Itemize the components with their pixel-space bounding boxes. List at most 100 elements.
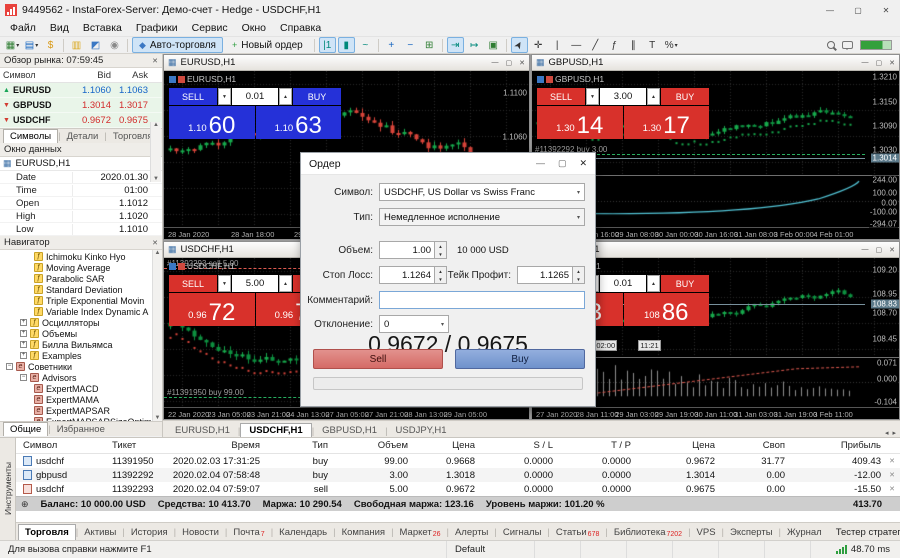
market-watch-tab-Символы[interactable]: Символы xyxy=(3,129,58,143)
column-price2[interactable]: Цена xyxy=(635,440,719,451)
trade-row-11392292[interactable]: gbpusd113922922020.02.04 07:58:48buy3.00… xyxy=(16,468,900,482)
market-watch-tab-Детали[interactable]: Детали xyxy=(61,130,105,143)
chart-maximize-icon[interactable]: ▢ xyxy=(876,59,883,67)
column-swap[interactable]: Своп xyxy=(719,440,789,451)
scroll-down-icon[interactable]: ▼ xyxy=(153,176,159,182)
bars-chart-icon[interactable]: |1 xyxy=(319,37,336,53)
terminal-tab-Календарь[interactable]: Календарь xyxy=(273,525,333,540)
navigator-item-ExpertMAMA[interactable]: eExpertMAMA xyxy=(0,394,162,405)
column-type[interactable]: Тип xyxy=(264,440,332,451)
auto-trading-button[interactable]: ◆Авто-торговля xyxy=(132,37,223,53)
chart-minimize-icon[interactable]: — xyxy=(492,59,499,67)
navigator-close-icon[interactable]: ✕ xyxy=(152,239,158,247)
navigator-item-Advisors[interactable]: −eAdvisors xyxy=(0,372,162,383)
column-profit[interactable]: Прибыль xyxy=(789,440,885,451)
one-click-volume[interactable]: 5.00 xyxy=(232,275,278,292)
spin-up-icon[interactable]: ▲ xyxy=(435,267,446,275)
chart-tab-EURUSD,H1[interactable]: EURUSD,H1 xyxy=(167,424,238,437)
spin-up-icon[interactable]: ▲ xyxy=(435,242,446,250)
bid-price-box[interactable]: 0.9672 xyxy=(169,293,255,326)
close-position-icon[interactable]: ✕ xyxy=(885,471,899,479)
navigator-item-ExpertMACD[interactable]: eExpertMACD xyxy=(0,383,162,394)
window-maximize-icon[interactable]: ▢ xyxy=(844,1,872,20)
scroll-down-icon[interactable]: ▼ xyxy=(155,415,161,421)
market-watch-scrollbar[interactable]: ▲ ▼ xyxy=(150,122,161,182)
ask-price-box[interactable]: 1.3017 xyxy=(624,106,710,139)
chart-window-titlebar[interactable]: ▦EURUSD,H1—▢✕ xyxy=(164,55,529,71)
vline-icon[interactable]: | xyxy=(549,37,566,53)
terminal-tab-Журнал[interactable]: Журнал xyxy=(781,525,828,540)
terminal-tab-Маркет[interactable]: Маркет26 xyxy=(394,525,447,540)
terminal-tab-Торговля[interactable]: Торговля xyxy=(18,524,76,540)
shapes-icon[interactable]: %▾ xyxy=(663,37,680,53)
trendline-icon[interactable]: ╱ xyxy=(587,37,604,53)
bid-price-box[interactable]: 1.3014 xyxy=(537,106,623,139)
sell-button[interactable]: Sell xyxy=(313,349,443,369)
spin-down-icon[interactable]: ▼ xyxy=(573,275,584,283)
chart-close-icon[interactable]: ✕ xyxy=(889,59,895,67)
take-profit-stepper[interactable]: 1.1265 ▲ ▼ xyxy=(517,266,585,284)
scroll-left-icon[interactable]: ◂ xyxy=(885,429,889,437)
zoom-in-icon[interactable]: + xyxy=(383,37,400,53)
one-click-sell-button[interactable]: SELL xyxy=(169,88,217,105)
close-position-icon[interactable]: ✕ xyxy=(885,457,899,465)
tree-expander-icon[interactable]: − xyxy=(6,363,13,370)
chart-maximize-icon[interactable]: ▢ xyxy=(506,59,513,67)
navigator-item-Moving-Average[interactable]: ƒMoving Average xyxy=(0,262,162,273)
volume-increase-icon[interactable]: ▲ xyxy=(647,88,660,105)
volume-increase-icon[interactable]: ▲ xyxy=(647,275,660,292)
navigator-scrollbar[interactable]: ▲▼ xyxy=(152,250,162,421)
terminal-tab-Сигналы[interactable]: Сигналы xyxy=(497,525,548,540)
terminal-tab-VPS[interactable]: VPS xyxy=(691,525,722,540)
ask-price-box[interactable]: 1.1063 xyxy=(256,106,342,139)
navigator-item-Осцилляторы[interactable]: +ƒОсцилляторы xyxy=(0,317,162,328)
chart-tab-USDCHF,H1[interactable]: USDCHF,H1 xyxy=(240,423,311,437)
spin-down-icon[interactable]: ▼ xyxy=(435,250,446,258)
one-click-buy-button[interactable]: BUY xyxy=(661,275,709,292)
strategy-tester-link[interactable]: Тестер стратегий xyxy=(828,525,900,540)
market-watch-row-USDCHF[interactable]: ▼USDCHF0.96720.9675 xyxy=(0,113,162,128)
scroll-up-icon[interactable]: ▲ xyxy=(153,122,159,128)
chart-close-icon[interactable]: ✕ xyxy=(889,246,895,254)
chart-tab-USDJPY,H1[interactable]: USDJPY,H1 xyxy=(388,424,455,437)
volume-decrease-icon[interactable]: ▼ xyxy=(218,88,231,105)
scroll-up-icon[interactable]: ▲ xyxy=(155,250,161,256)
order-type-select[interactable]: Немедленное исполнение ▾ xyxy=(379,208,585,226)
column-bid[interactable]: Bid xyxy=(70,70,115,81)
fibo-icon[interactable]: ƒ xyxy=(606,37,623,53)
navigator-tab-Избранное[interactable]: Избранное xyxy=(51,423,111,436)
window-close-icon[interactable]: ✕ xyxy=(872,1,900,20)
text-icon[interactable]: T xyxy=(644,37,661,53)
refresh-account-icon[interactable]: $ xyxy=(42,37,59,53)
volume-decrease-icon[interactable]: ▼ xyxy=(218,275,231,292)
shift-chart-icon[interactable]: ⇥ xyxy=(447,37,464,53)
new-chart-icon[interactable]: ▦▾ xyxy=(4,37,21,53)
terminal-tab-Алерты[interactable]: Алерты xyxy=(449,525,494,540)
column-tp[interactable]: T / P xyxy=(557,440,635,451)
trade-row-11392293[interactable]: usdchf113922932020.02.04 07:59:07sell5.0… xyxy=(16,482,900,496)
navigator-item-Ichimoku-Kinko-Hyo[interactable]: ƒIchimoku Kinko Hyo xyxy=(0,251,162,262)
trade-row-11391950[interactable]: usdchf113919502020.02.03 17:31:25buy99.0… xyxy=(16,454,900,468)
spin-down-icon[interactable]: ▼ xyxy=(435,275,446,283)
column-ask[interactable]: Ask xyxy=(115,70,151,81)
market-watch-row-GBPUSD[interactable]: ▼GBPUSD1.30141.3017 xyxy=(0,98,162,113)
search-icon[interactable] xyxy=(827,41,835,49)
chart-window-titlebar[interactable]: ▦GBPUSD,H1—▢✕ xyxy=(532,55,899,71)
column-symbol[interactable]: Символ xyxy=(0,70,70,80)
line-chart-icon[interactable]: ~ xyxy=(357,37,374,53)
chart-minimize-icon[interactable]: — xyxy=(862,59,869,67)
terminal-side-tab[interactable]: Инструменты xyxy=(0,437,16,540)
one-click-volume[interactable]: 0.01 xyxy=(232,88,278,105)
navigator-item-Standard-Deviation[interactable]: ƒStandard Deviation xyxy=(0,284,162,295)
navigator-item-Объемы[interactable]: +ƒОбъемы xyxy=(0,328,162,339)
terminal-tab-История[interactable]: История xyxy=(125,525,174,540)
symbols-book-icon[interactable]: ▥ xyxy=(68,37,85,53)
terminal-tab-Статьи[interactable]: Статьи678 xyxy=(550,525,605,540)
one-click-sell-button[interactable]: SELL xyxy=(169,275,217,292)
close-position-icon[interactable]: ✕ xyxy=(885,485,899,493)
candles-chart-icon[interactable]: ▮ xyxy=(338,37,355,53)
stop-loss-value[interactable]: 1.1264 xyxy=(379,266,435,284)
chart-minimize-icon[interactable]: — xyxy=(862,246,869,254)
navigator-tab-Общие[interactable]: Общие xyxy=(3,422,48,436)
cursor-icon[interactable]: ➤ xyxy=(511,37,528,53)
